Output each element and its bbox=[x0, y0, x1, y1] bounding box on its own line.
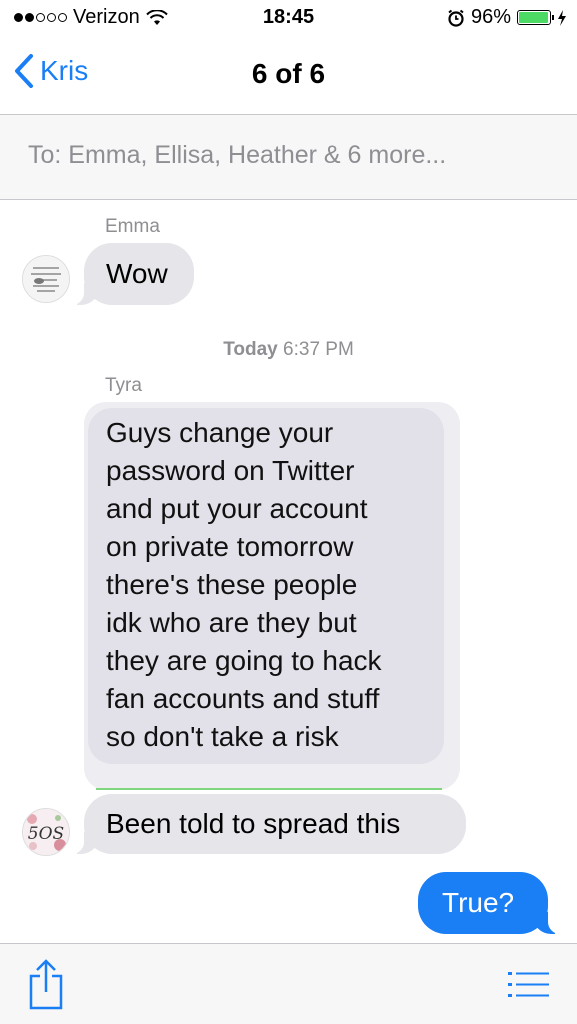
status-bar: Verizon 18:45 96% bbox=[0, 0, 577, 38]
timestamp-time: 6:37 PM bbox=[283, 339, 354, 360]
message-line: they are going to hack bbox=[106, 645, 382, 676]
message-line: there's these people bbox=[106, 569, 358, 600]
list-button[interactable] bbox=[508, 970, 550, 1005]
timestamp: Today 6:37 PM bbox=[0, 339, 577, 361]
message-text: Been told to spread this bbox=[106, 808, 401, 839]
message-line: and put your account bbox=[106, 493, 368, 524]
status-right: 96% bbox=[447, 6, 567, 29]
message-line: Guys change your bbox=[106, 417, 334, 448]
timestamp-day: Today bbox=[223, 339, 278, 360]
share-button[interactable] bbox=[26, 958, 66, 1015]
page-title: 6 of 6 bbox=[251, 58, 326, 89]
attachment-edge bbox=[96, 788, 442, 790]
list-icon bbox=[508, 972, 549, 997]
message-line: idk who are they but bbox=[106, 607, 357, 638]
svg-text:5OS: 5OS bbox=[28, 824, 64, 844]
recipients-text: To: Emma, Ellisa, Heather & 6 more... bbox=[28, 141, 447, 169]
navigation-bar: Kris 6 of 6 bbox=[0, 38, 577, 114]
sender-name: Emma bbox=[105, 216, 160, 237]
sender-name: Tyra bbox=[105, 375, 142, 396]
charging-bolt-icon bbox=[558, 9, 566, 26]
image-message-text-block: Guys change your password on Twitter and… bbox=[88, 408, 444, 764]
message-text: Wow bbox=[106, 258, 168, 289]
message-line: password on Twitter bbox=[106, 455, 355, 486]
message-bubble-outgoing[interactable]: True? bbox=[418, 872, 562, 934]
avatar[interactable] bbox=[22, 255, 70, 303]
alarm-clock-icon bbox=[448, 9, 464, 27]
message-bubble[interactable]: Been told to spread this bbox=[70, 794, 466, 854]
share-icon bbox=[29, 959, 63, 1010]
bottom-toolbar bbox=[0, 943, 577, 1024]
battery-percent: 96% bbox=[470, 6, 511, 28]
message-line: so don't take a risk bbox=[106, 721, 339, 752]
message-line: fan accounts and stuff bbox=[106, 683, 380, 714]
message-bubble[interactable]: Wow bbox=[70, 243, 194, 305]
battery-icon bbox=[517, 10, 554, 25]
recipients-field[interactable]: To: Emma, Ellisa, Heather & 6 more... bbox=[0, 114, 577, 200]
message-text: True? bbox=[442, 887, 515, 918]
message-line: on private tomorrow bbox=[106, 531, 354, 562]
avatar[interactable]: 5OS bbox=[22, 808, 70, 856]
